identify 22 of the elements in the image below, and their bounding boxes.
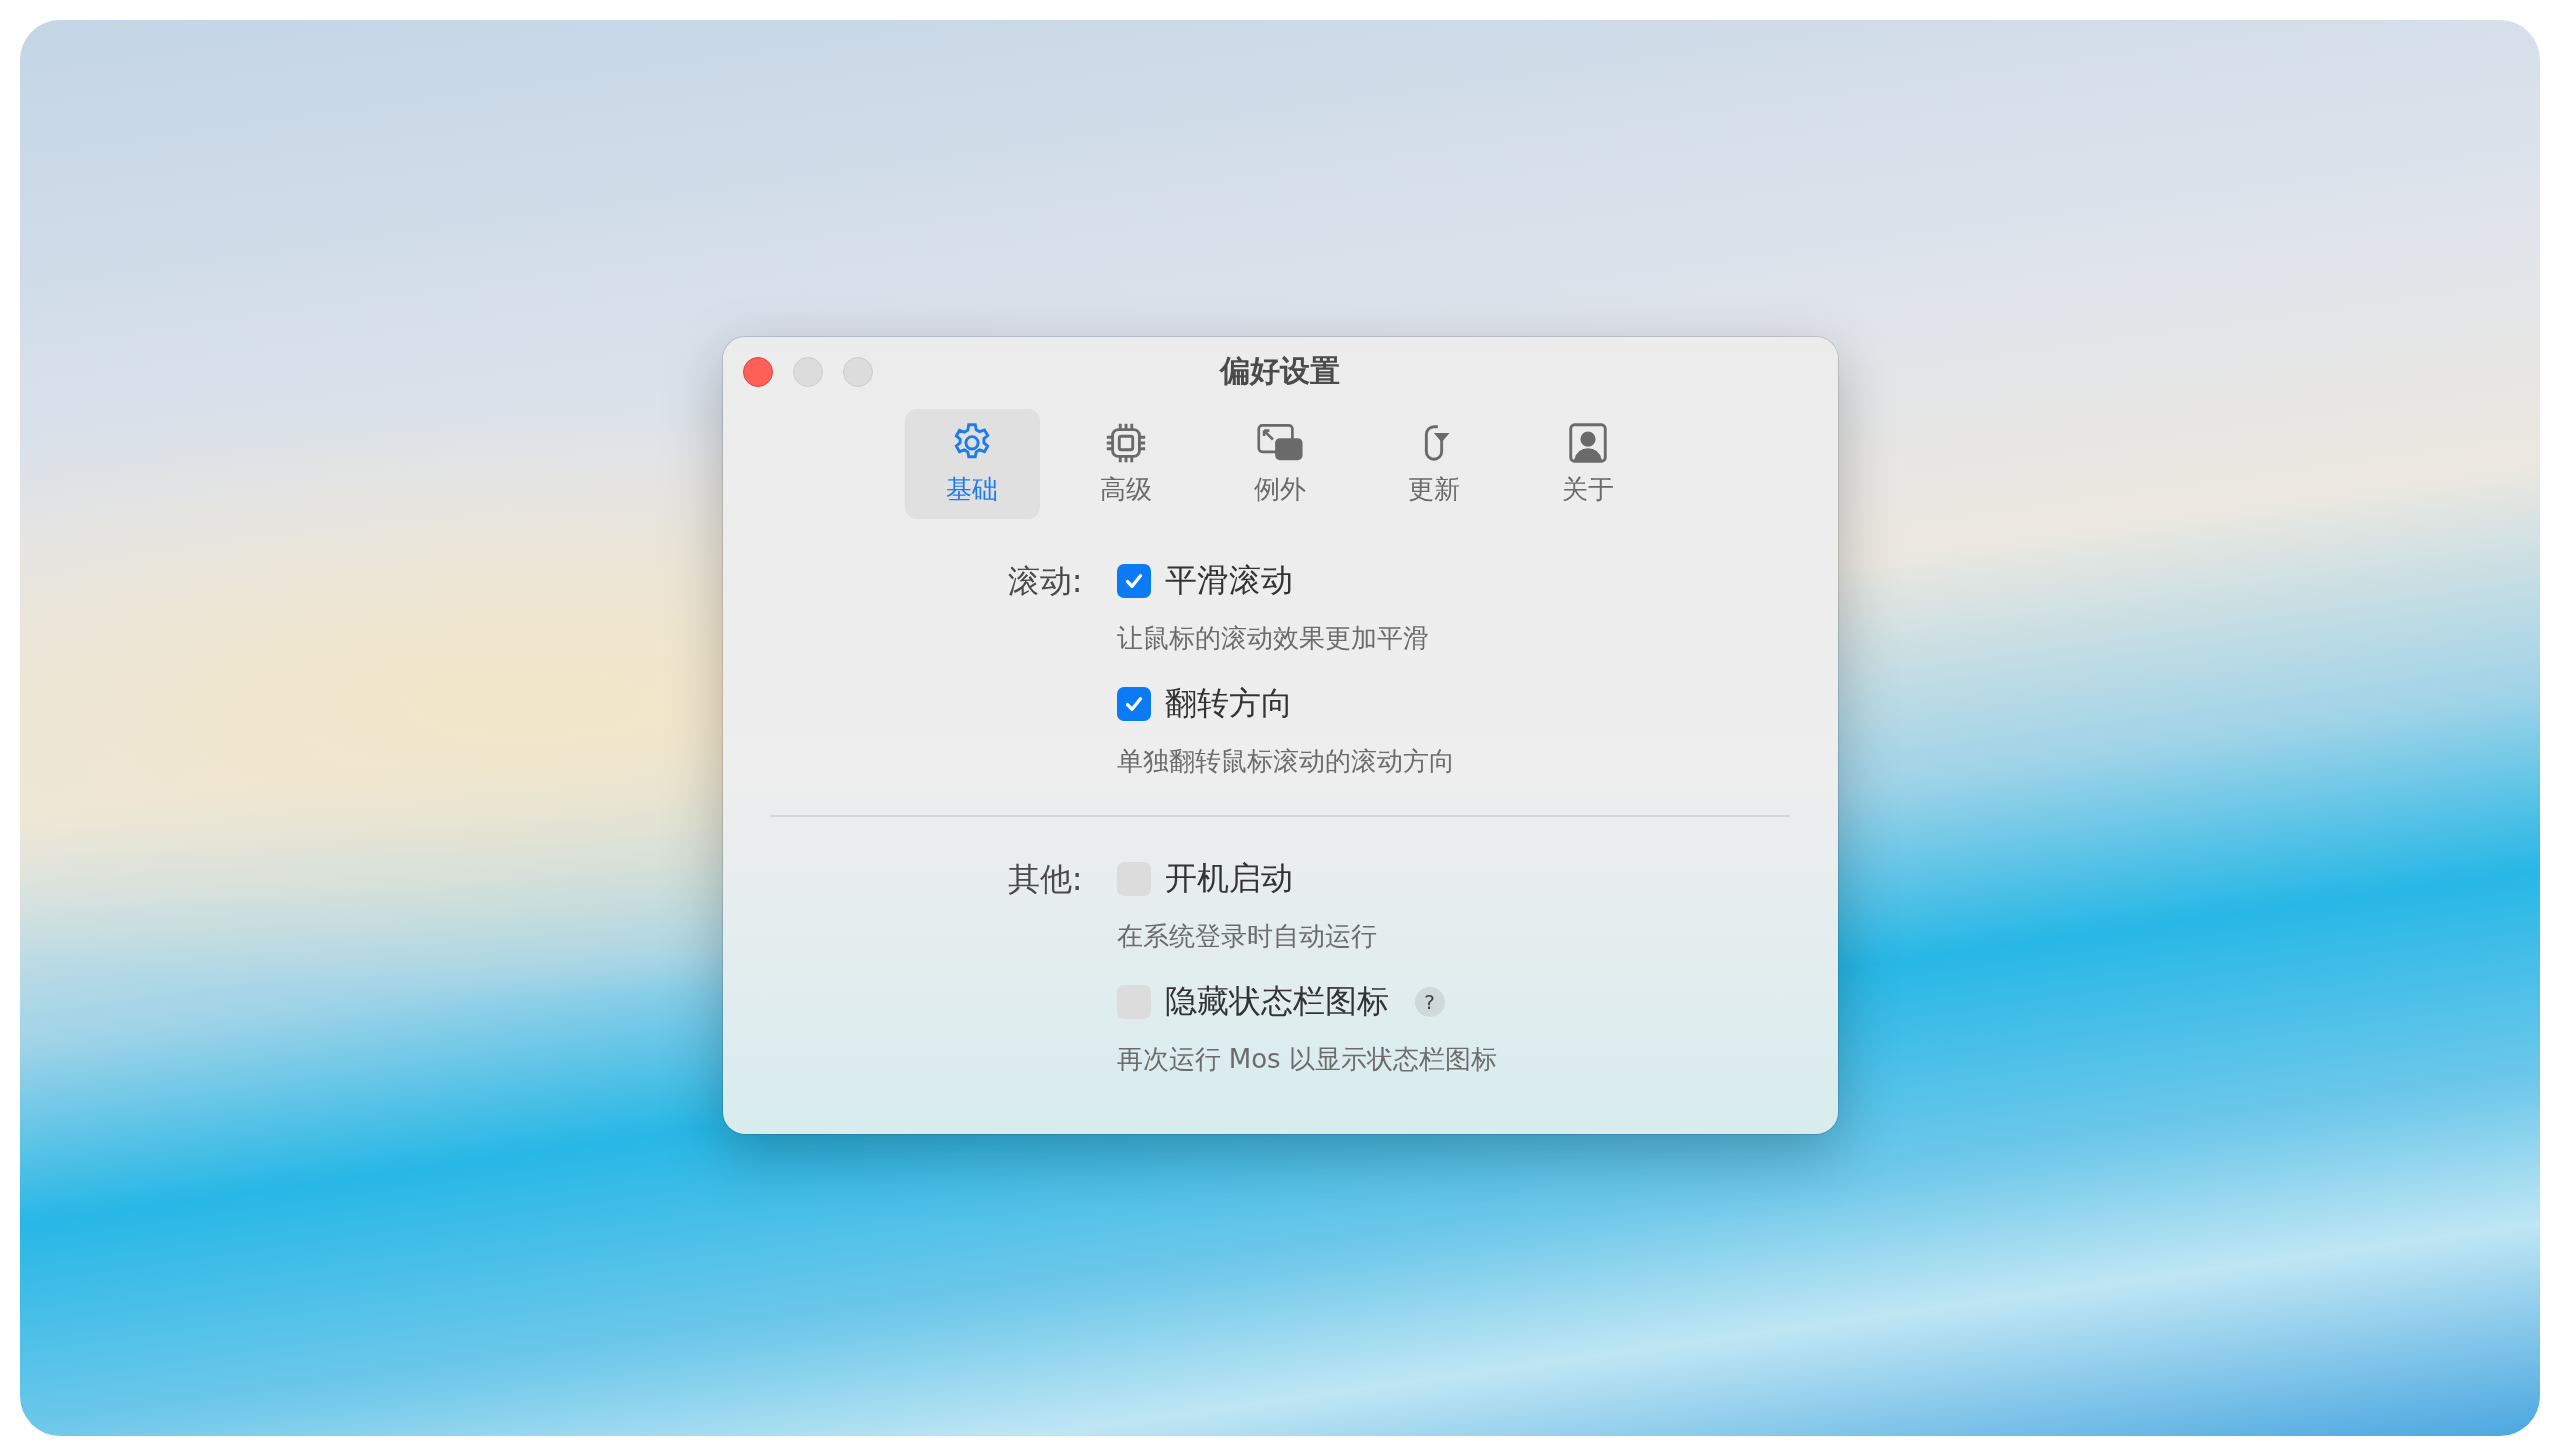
option-description: 再次运行 Mos 以显示状态栏图标 [1116,1042,1498,1076]
option-label: 开机启动 [1164,857,1293,899]
option-label: 翻转方向 [1164,682,1293,724]
toolbar-tab[interactable]: 基础 [904,408,1040,519]
toolbar-tab[interactable]: 高级 [1058,408,1194,519]
option-label: 平滑滚动 [1164,559,1293,601]
toolbar-tab[interactable]: 例外 [1212,408,1348,519]
option-description: 在系统登录时自动运行 [1116,919,1378,953]
toolbar-tab[interactable]: 关于 [1520,408,1656,519]
close-button[interactable] [742,356,773,387]
option-label: 隐藏状态栏图标 [1164,980,1389,1022]
section-label: 滚动: [1006,560,1083,602]
checkbox[interactable] [1116,686,1151,721]
checkbox[interactable] [1116,563,1151,598]
zoom-button[interactable] [842,356,873,387]
window-title: 偏好设置 [1220,352,1340,390]
option-description: 让鼠标的滚动效果更加平滑 [1116,621,1430,655]
option-description: 单独翻转鼠标滚动的滚动方向 [1116,744,1456,778]
section-label: 其他: [1006,858,1083,900]
toolbar-tab[interactable]: 更新 [1366,408,1502,519]
help-button[interactable]: ? [1414,986,1445,1017]
minimize-button[interactable] [792,356,823,387]
